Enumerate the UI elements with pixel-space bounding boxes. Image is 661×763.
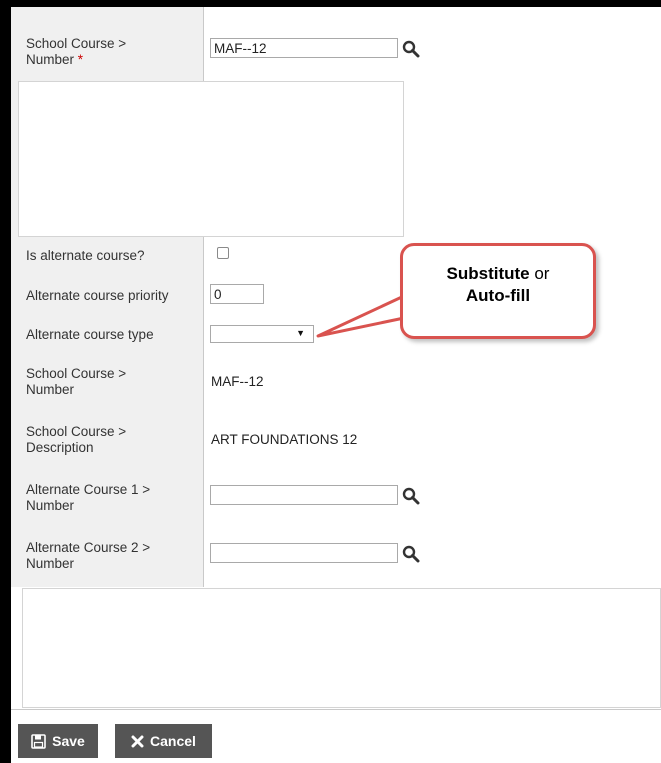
school-course-number-label-line2: Number [26,52,75,67]
ro-number-label-line2: Number [26,382,75,397]
alt1-label: Alternate Course 1 > Number [26,482,196,514]
alt-type-label: Alternate course type [26,327,154,342]
alt1-label-line1: Alternate Course 1 > [26,482,151,497]
footer-divider [11,709,661,710]
save-button[interactable]: Save [18,724,98,758]
alt-priority-input[interactable] [210,284,264,304]
floppy-disk-icon [31,733,46,749]
ro-desc-label-line1: School Course > [26,424,127,439]
cancel-button[interactable]: Cancel [115,724,212,758]
ro-number-label-line1: School Course > [26,366,127,381]
callout-word-autofill: Auto-fill [465,286,531,305]
alt1-number-input[interactable] [210,485,398,505]
is-alternate-label: Is alternate course? [26,248,145,263]
alt2-label: Alternate Course 2 > Number [26,540,196,572]
callout-word-or: or [529,264,550,283]
course-request-form: School Course > Number * Is alternate co… [0,0,661,763]
ro-desc-value: ART FOUNDATIONS 12 [211,432,358,447]
upper-info-box [18,81,404,237]
frame-border-top [0,0,661,7]
alt2-number-input[interactable] [210,543,398,563]
alt2-label-line2: Number [26,556,75,571]
frame-border-left [0,0,11,763]
ro-desc-label-line2: Description [26,440,94,455]
alt-type-select[interactable]: ▼ [210,325,314,343]
school-course-number-input[interactable] [210,38,398,58]
ro-number-label: School Course > Number [26,366,196,398]
cancel-button-label: Cancel [150,733,196,749]
chevron-down-icon: ▼ [296,328,305,338]
callout-box: Substitute or Auto-fill [400,243,596,339]
alt1-label-line2: Number [26,498,75,513]
is-alternate-checkbox[interactable] [217,247,229,259]
ro-number-value: MAF--12 [211,374,264,389]
required-marker: * [77,52,84,67]
alt-priority-label: Alternate course priority [26,288,169,303]
save-button-label: Save [52,733,85,749]
callout-word-substitute: Substitute [446,264,530,283]
school-course-number-label-line1: School Course > [26,36,127,51]
search-icon[interactable] [402,40,420,58]
ro-desc-label: School Course > Description [26,424,196,456]
alt2-label-line1: Alternate Course 2 > [26,540,151,555]
search-icon[interactable] [402,487,420,505]
school-course-number-label: School Course > Number * [26,36,196,68]
x-icon [131,735,144,747]
lower-info-box [22,588,661,708]
search-icon[interactable] [402,545,420,563]
